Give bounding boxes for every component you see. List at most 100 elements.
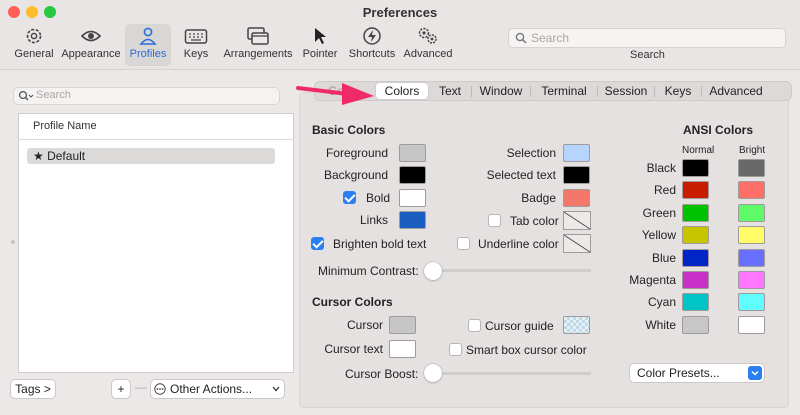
profile-list-panel: Search Profile Name ★ Default <box>10 84 294 402</box>
cursor-boost-label: Cursor Boost: <box>345 367 419 381</box>
smart-box-checkbox[interactable] <box>449 343 462 356</box>
ansi-normal-swatch-black[interactable] <box>682 159 709 177</box>
cursor-text-label: Cursor text <box>324 342 383 356</box>
search-menu-icon <box>18 90 34 101</box>
ansi-normal-swatch-red[interactable] <box>682 181 709 200</box>
profile-search-placeholder: Search <box>36 89 71 101</box>
search-label: Search <box>630 49 665 61</box>
split-handle[interactable] <box>11 240 15 244</box>
cursor-text-swatch[interactable] <box>389 340 416 358</box>
profile-row-default[interactable]: ★ Default <box>27 148 275 164</box>
toolbar-keys[interactable]: Keys <box>178 24 214 66</box>
cursor-guide-label: Cursor guide <box>485 319 554 333</box>
remove-profile-button[interactable]: — <box>135 380 147 394</box>
ansi-label-white: White <box>645 317 676 332</box>
search-icon <box>515 32 527 44</box>
ansi-bright-swatch-cyan[interactable] <box>738 293 765 312</box>
toolbar: Preferences General Appearance Profiles … <box>0 0 800 70</box>
ansi-normal-swatch-yellow[interactable] <box>682 226 709 245</box>
toolbar-appearance[interactable]: Appearance <box>60 24 122 66</box>
tab-keys[interactable]: Keys <box>658 83 698 99</box>
badge-label: Badge <box>521 191 556 205</box>
profile-search-input[interactable]: Search <box>13 87 280 105</box>
ansi-bright-swatch-yellow[interactable] <box>738 226 765 245</box>
tab-window[interactable]: Window <box>475 83 527 99</box>
foreground-swatch[interactable] <box>399 144 426 162</box>
tab-color-label: Tab color <box>510 214 559 228</box>
window-title: Preferences <box>362 5 438 20</box>
ansi-bright-swatch-blue[interactable] <box>738 248 765 267</box>
ansi-label-cyan: Cyan <box>647 295 676 310</box>
cursor-colors-header: Cursor Colors <box>312 295 393 309</box>
tab-separator <box>597 86 598 97</box>
cursor-boost-knob[interactable] <box>424 364 442 382</box>
ansi-normal-swatch-blue[interactable] <box>682 248 709 267</box>
other-actions-button[interactable]: Other Actions... <box>150 379 285 399</box>
links-swatch[interactable] <box>399 211 426 229</box>
ansi-normal-swatch-cyan[interactable] <box>682 293 709 312</box>
brighten-bold-label: Brighten bold text <box>333 237 427 251</box>
toolbar-profiles[interactable]: Profiles <box>125 24 171 66</box>
cursor-boost-slider[interactable] <box>427 372 591 375</box>
brighten-bold-checkbox[interactable] <box>311 237 324 250</box>
links-label: Links <box>359 213 388 227</box>
ansi-bright-swatch-green[interactable] <box>738 203 765 222</box>
ansi-normal-swatch-magenta[interactable] <box>682 271 709 289</box>
bold-checkbox[interactable] <box>343 191 356 204</box>
ansi-normal-swatch-green[interactable] <box>682 203 709 222</box>
cursor-guide-swatch[interactable] <box>563 316 590 334</box>
toolbar-search-input[interactable]: Search <box>508 28 786 48</box>
annotation-arrow-icon <box>296 83 374 105</box>
minimum-contrast-slider[interactable] <box>427 269 591 272</box>
normal-column-label: Normal <box>682 145 715 156</box>
toolbar-label: Advanced <box>403 48 453 60</box>
ansi-bright-swatch-red[interactable] <box>738 181 765 200</box>
toolbar-label: Arrangements <box>223 48 293 60</box>
minimum-contrast-label: Minimum Contrast: <box>318 264 419 278</box>
toolbar-shortcuts[interactable]: Shortcuts <box>346 24 398 66</box>
background-label: Background <box>323 168 388 182</box>
ansi-normal-swatch-white[interactable] <box>682 315 709 334</box>
ansi-bright-swatch-magenta[interactable] <box>738 271 765 289</box>
toolbar-pointer[interactable]: Pointer <box>300 24 340 66</box>
toolbar-general[interactable]: General <box>12 24 56 66</box>
bold-swatch[interactable] <box>399 189 426 207</box>
ansi-colors-header: ANSI Colors <box>683 123 754 137</box>
profile-name-column-header[interactable]: Profile Name <box>19 114 293 140</box>
color-presets-dropdown[interactable]: Color Presets... <box>629 363 765 383</box>
windows-icon <box>247 27 269 45</box>
tab-text[interactable]: Text <box>432 83 468 99</box>
tags-button[interactable]: Tags > <box>10 379 56 399</box>
profile-table: Profile Name ★ Default <box>18 113 294 373</box>
bold-label: Bold <box>366 191 391 205</box>
background-swatch[interactable] <box>399 166 426 184</box>
selected-text-swatch[interactable] <box>563 166 590 184</box>
underline-color-swatch[interactable] <box>563 234 591 253</box>
cursor-guide-checkbox[interactable] <box>468 319 481 332</box>
toolbar-label: Pointer <box>302 48 338 60</box>
cursor-label: Cursor <box>346 318 383 332</box>
add-profile-button[interactable]: + <box>111 379 131 399</box>
selected-text-label: Selected text <box>486 168 556 182</box>
smart-box-label: Smart box cursor color <box>466 343 587 357</box>
tab-color-swatch[interactable] <box>563 211 591 230</box>
toolbar-arrangements[interactable]: Arrangements <box>222 24 294 66</box>
tab-color-checkbox[interactable] <box>488 214 501 227</box>
tab-terminal[interactable]: Terminal <box>534 83 594 99</box>
ansi-bright-swatch-black[interactable] <box>738 159 765 177</box>
underline-color-checkbox[interactable] <box>457 237 470 250</box>
ansi-bright-swatch-white[interactable] <box>738 315 765 334</box>
chevron-down-icon <box>748 366 762 380</box>
tab-advanced[interactable]: Advanced <box>705 83 767 99</box>
tab-separator <box>471 86 472 97</box>
toolbar-label: Appearance <box>61 48 121 60</box>
color-presets-label: Color Presets... <box>637 366 720 380</box>
search-placeholder: Search <box>531 31 570 45</box>
minimum-contrast-knob[interactable] <box>424 262 442 280</box>
selection-swatch[interactable] <box>563 144 590 162</box>
toolbar-advanced[interactable]: Advanced <box>402 24 454 66</box>
tab-session[interactable]: Session <box>601 83 651 99</box>
cursor-swatch[interactable] <box>389 316 416 334</box>
badge-swatch[interactable] <box>563 189 590 207</box>
tab-colors[interactable]: Colors <box>376 83 428 99</box>
